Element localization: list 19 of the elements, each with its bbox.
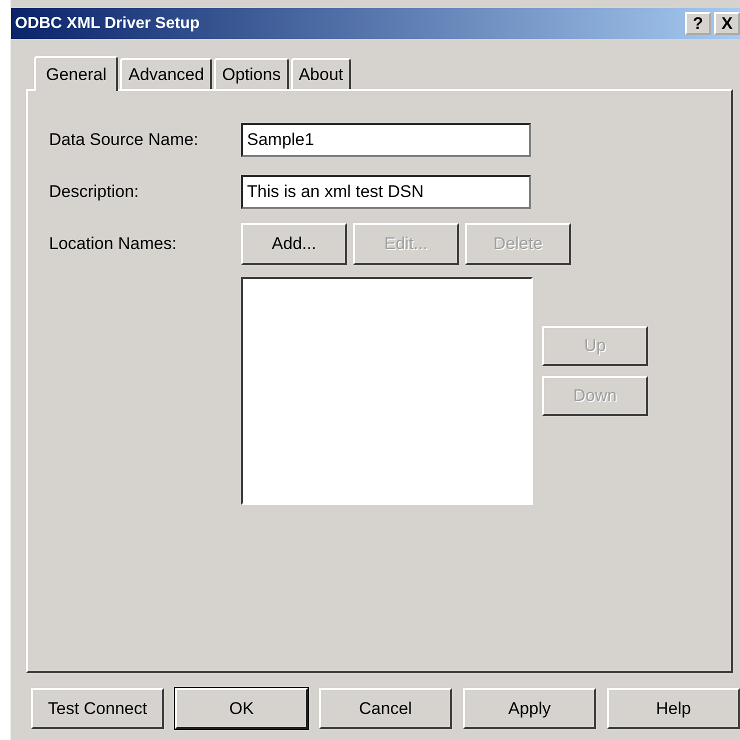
- field-label: Data Source Name:: [49, 129, 200, 151]
- input-field[interactable]: Sample1: [241, 123, 531, 157]
- close-button[interactable]: X: [714, 12, 740, 35]
- dialog-button[interactable]: OK: [175, 688, 308, 729]
- tab[interactable]: About: [290, 58, 352, 89]
- window-title: ODBC XML Driver Setup: [15, 14, 201, 32]
- dialog-button[interactable]: Help: [607, 688, 740, 729]
- action-button[interactable]: Add...: [241, 223, 347, 265]
- dialog-button[interactable]: Apply: [463, 688, 596, 729]
- dialog-button[interactable]: Test Connect: [31, 688, 164, 729]
- list-box[interactable]: [241, 277, 533, 505]
- field-label: Location Names:: [49, 233, 178, 255]
- tab[interactable]: Advanced: [120, 58, 212, 89]
- dialog-button[interactable]: Cancel: [319, 688, 452, 729]
- input-field[interactable]: This is an xml test DSN: [241, 175, 531, 209]
- field-label: Description:: [49, 181, 140, 203]
- tab[interactable]: Options: [214, 58, 289, 89]
- tab[interactable]: General: [34, 56, 118, 91]
- help-button[interactable]: ?: [685, 12, 711, 35]
